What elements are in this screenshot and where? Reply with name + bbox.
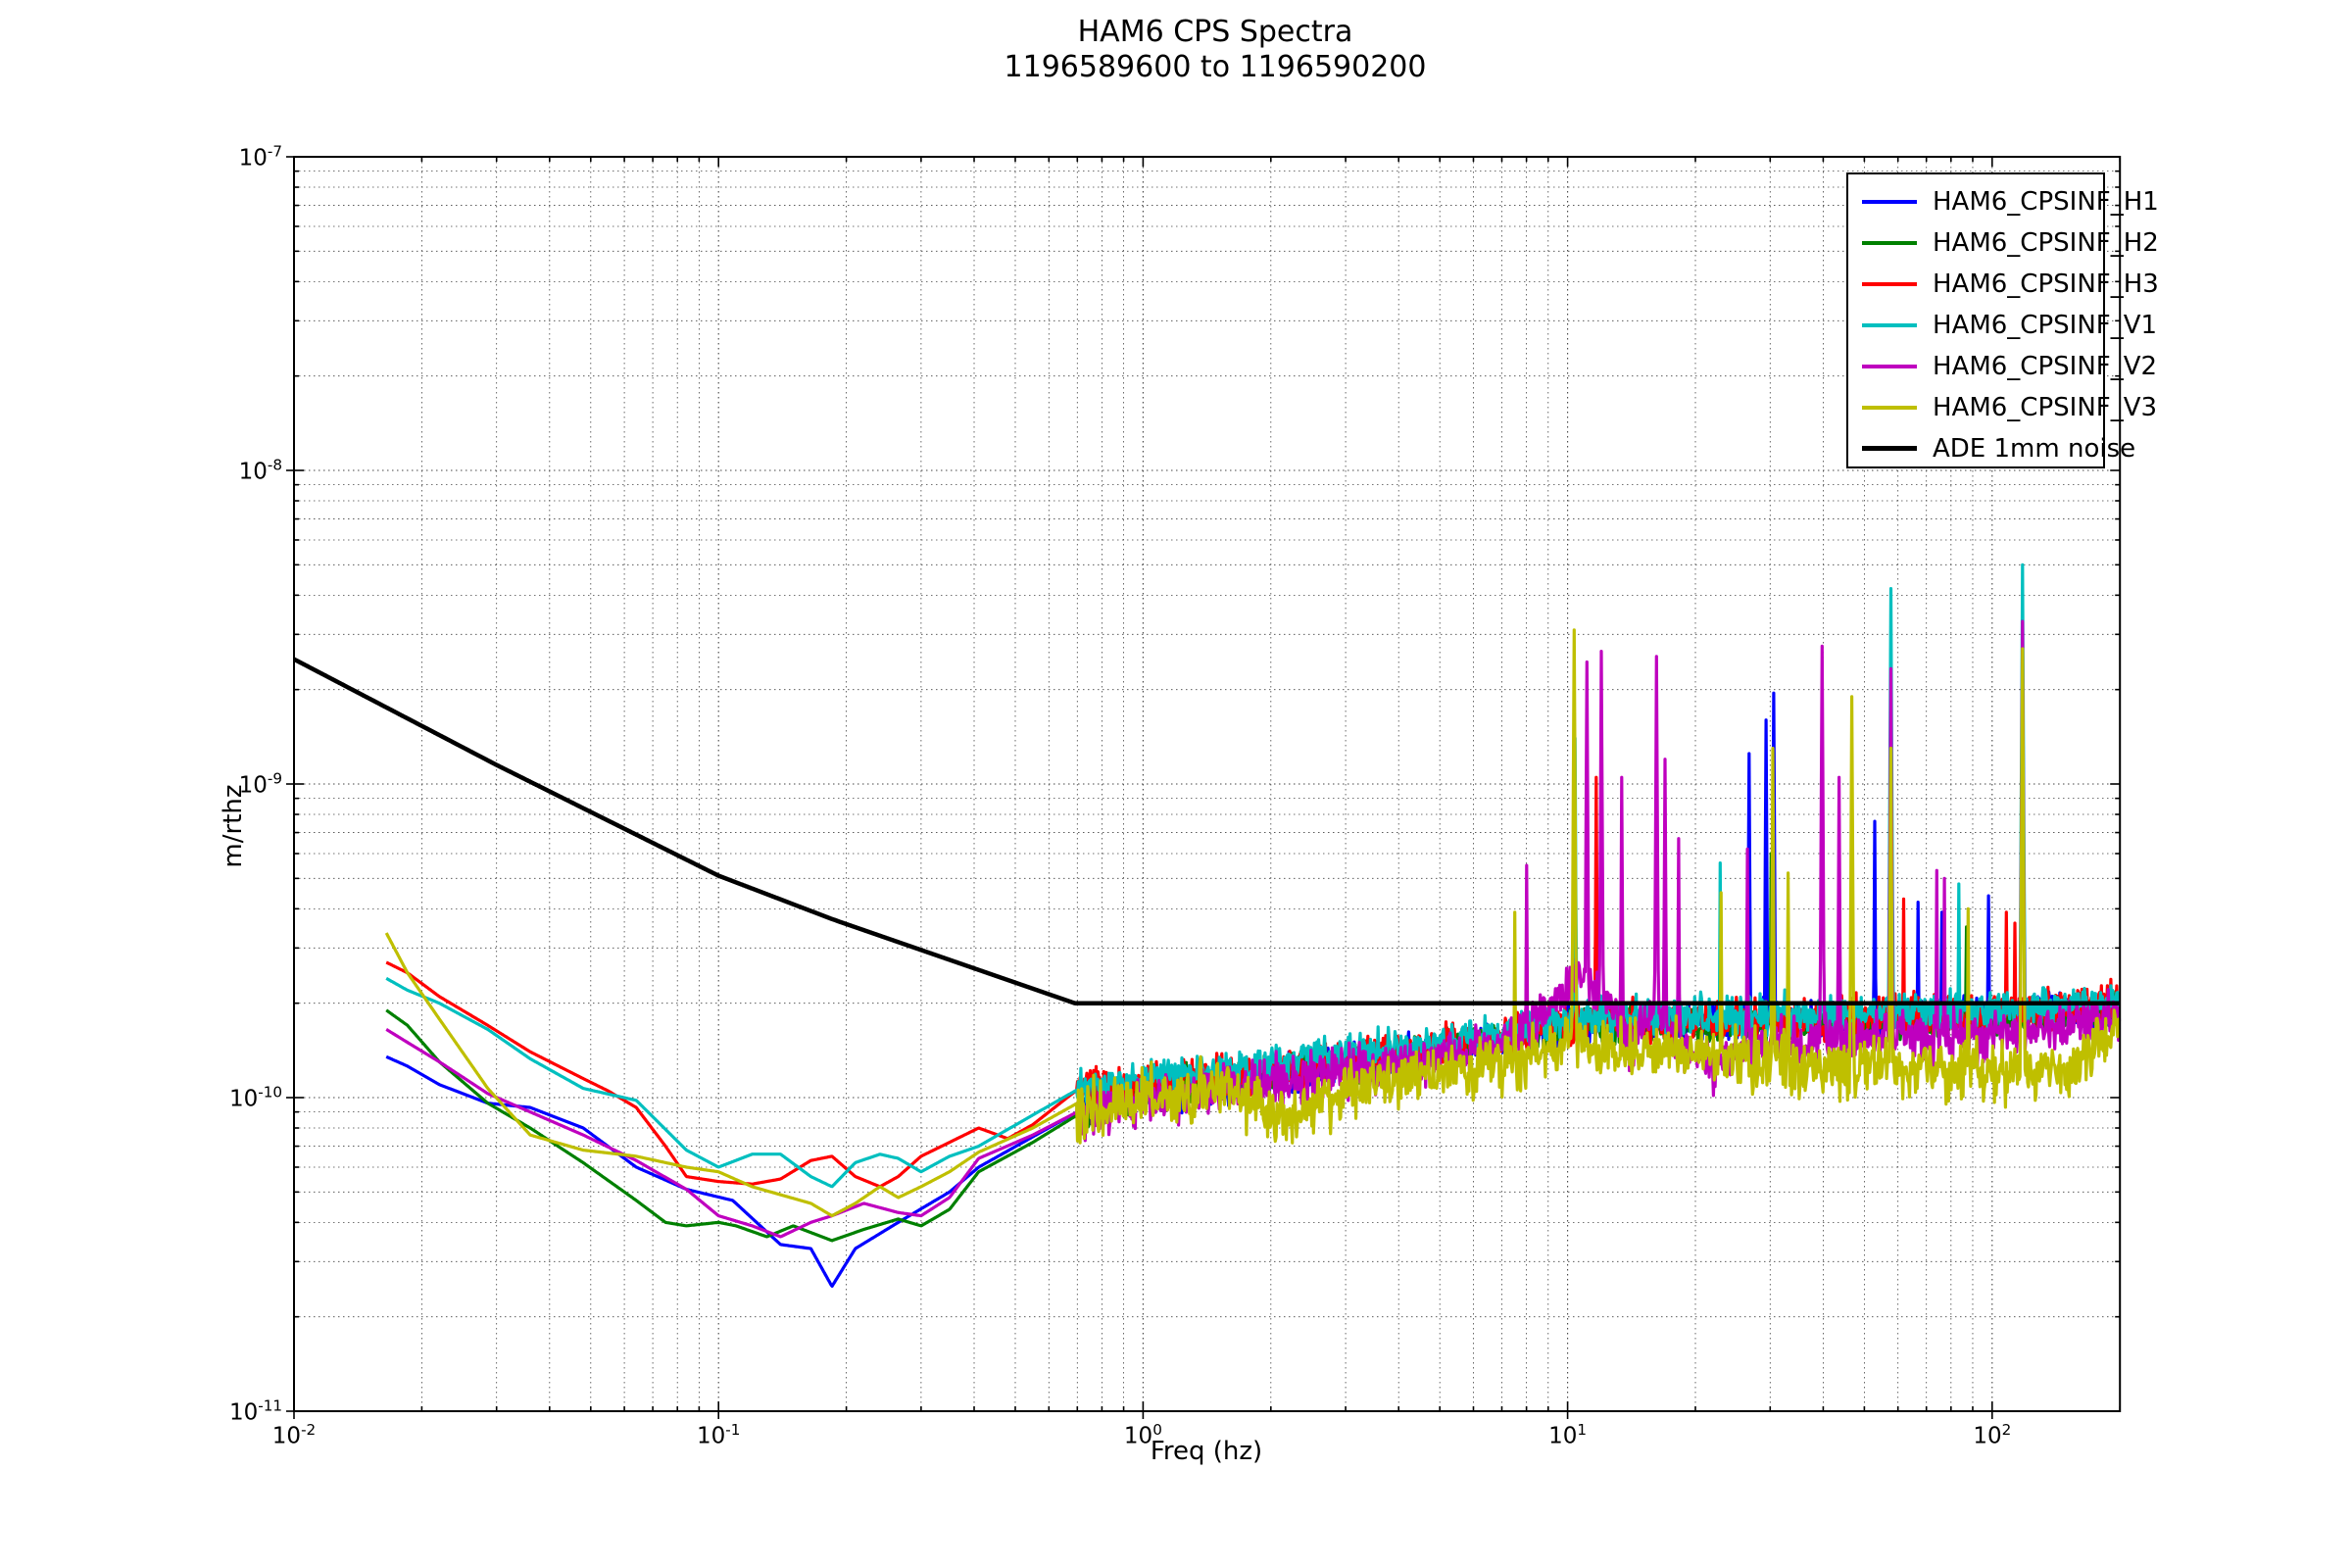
legend-entry: HAM6_CPSINF_H2 [1848,221,2159,264]
legend-entry: HAM6_CPSINF_V2 [1848,345,2157,387]
x-tick-label: 101 [1548,1421,1588,1449]
legend-entry: HAM6_CPSINF_H1 [1848,180,2159,222]
legend-line-swatch [1862,199,1917,204]
y-tick-label: 10-10 [228,1083,282,1112]
figure: HAM6 CPS Spectra 1196589600 to 119659020… [0,0,2352,1568]
legend-label: ADE 1mm noise [1933,433,2136,464]
legend-entry: ADE 1mm noise [1848,427,2135,469]
legend-label: HAM6_CPSINF_V2 [1933,351,2158,381]
legend-line-swatch [1862,322,1917,327]
legend-label: HAM6_CPSINF_V3 [1933,392,2158,422]
y-tick-label: 10-8 [238,456,282,485]
legend-entry: HAM6_CPSINF_V3 [1848,386,2157,428]
y-tick-label: 10-7 [238,142,282,172]
x-tick-label: 102 [1973,1421,2012,1449]
legend-label: HAM6_CPSINF_H2 [1933,227,2159,258]
legend-entry: HAM6_CPSINF_H3 [1848,263,2159,305]
y-tick-label: 10-11 [228,1396,282,1426]
legend-entry: HAM6_CPSINF_V1 [1848,304,2157,346]
legend-line-swatch [1862,405,1917,410]
legend-label: HAM6_CPSINF_H1 [1933,186,2159,217]
x-tick-label: 100 [1123,1421,1162,1449]
legend-line-swatch [1862,281,1917,286]
legend-line-swatch [1862,364,1917,368]
legend-line-swatch [1862,446,1917,451]
legend: HAM6_CPSINF_H1 HAM6_CPSINF_H2 HAM6_CPSINF_… [1846,172,2159,469]
legend-line-swatch [1862,240,1917,245]
x-tick-label: 10-1 [696,1421,741,1449]
legend-label: HAM6_CPSINF_V1 [1933,310,2158,340]
legend-label: HAM6_CPSINF_H3 [1933,269,2159,299]
y-tick-label: 10-9 [238,769,282,799]
